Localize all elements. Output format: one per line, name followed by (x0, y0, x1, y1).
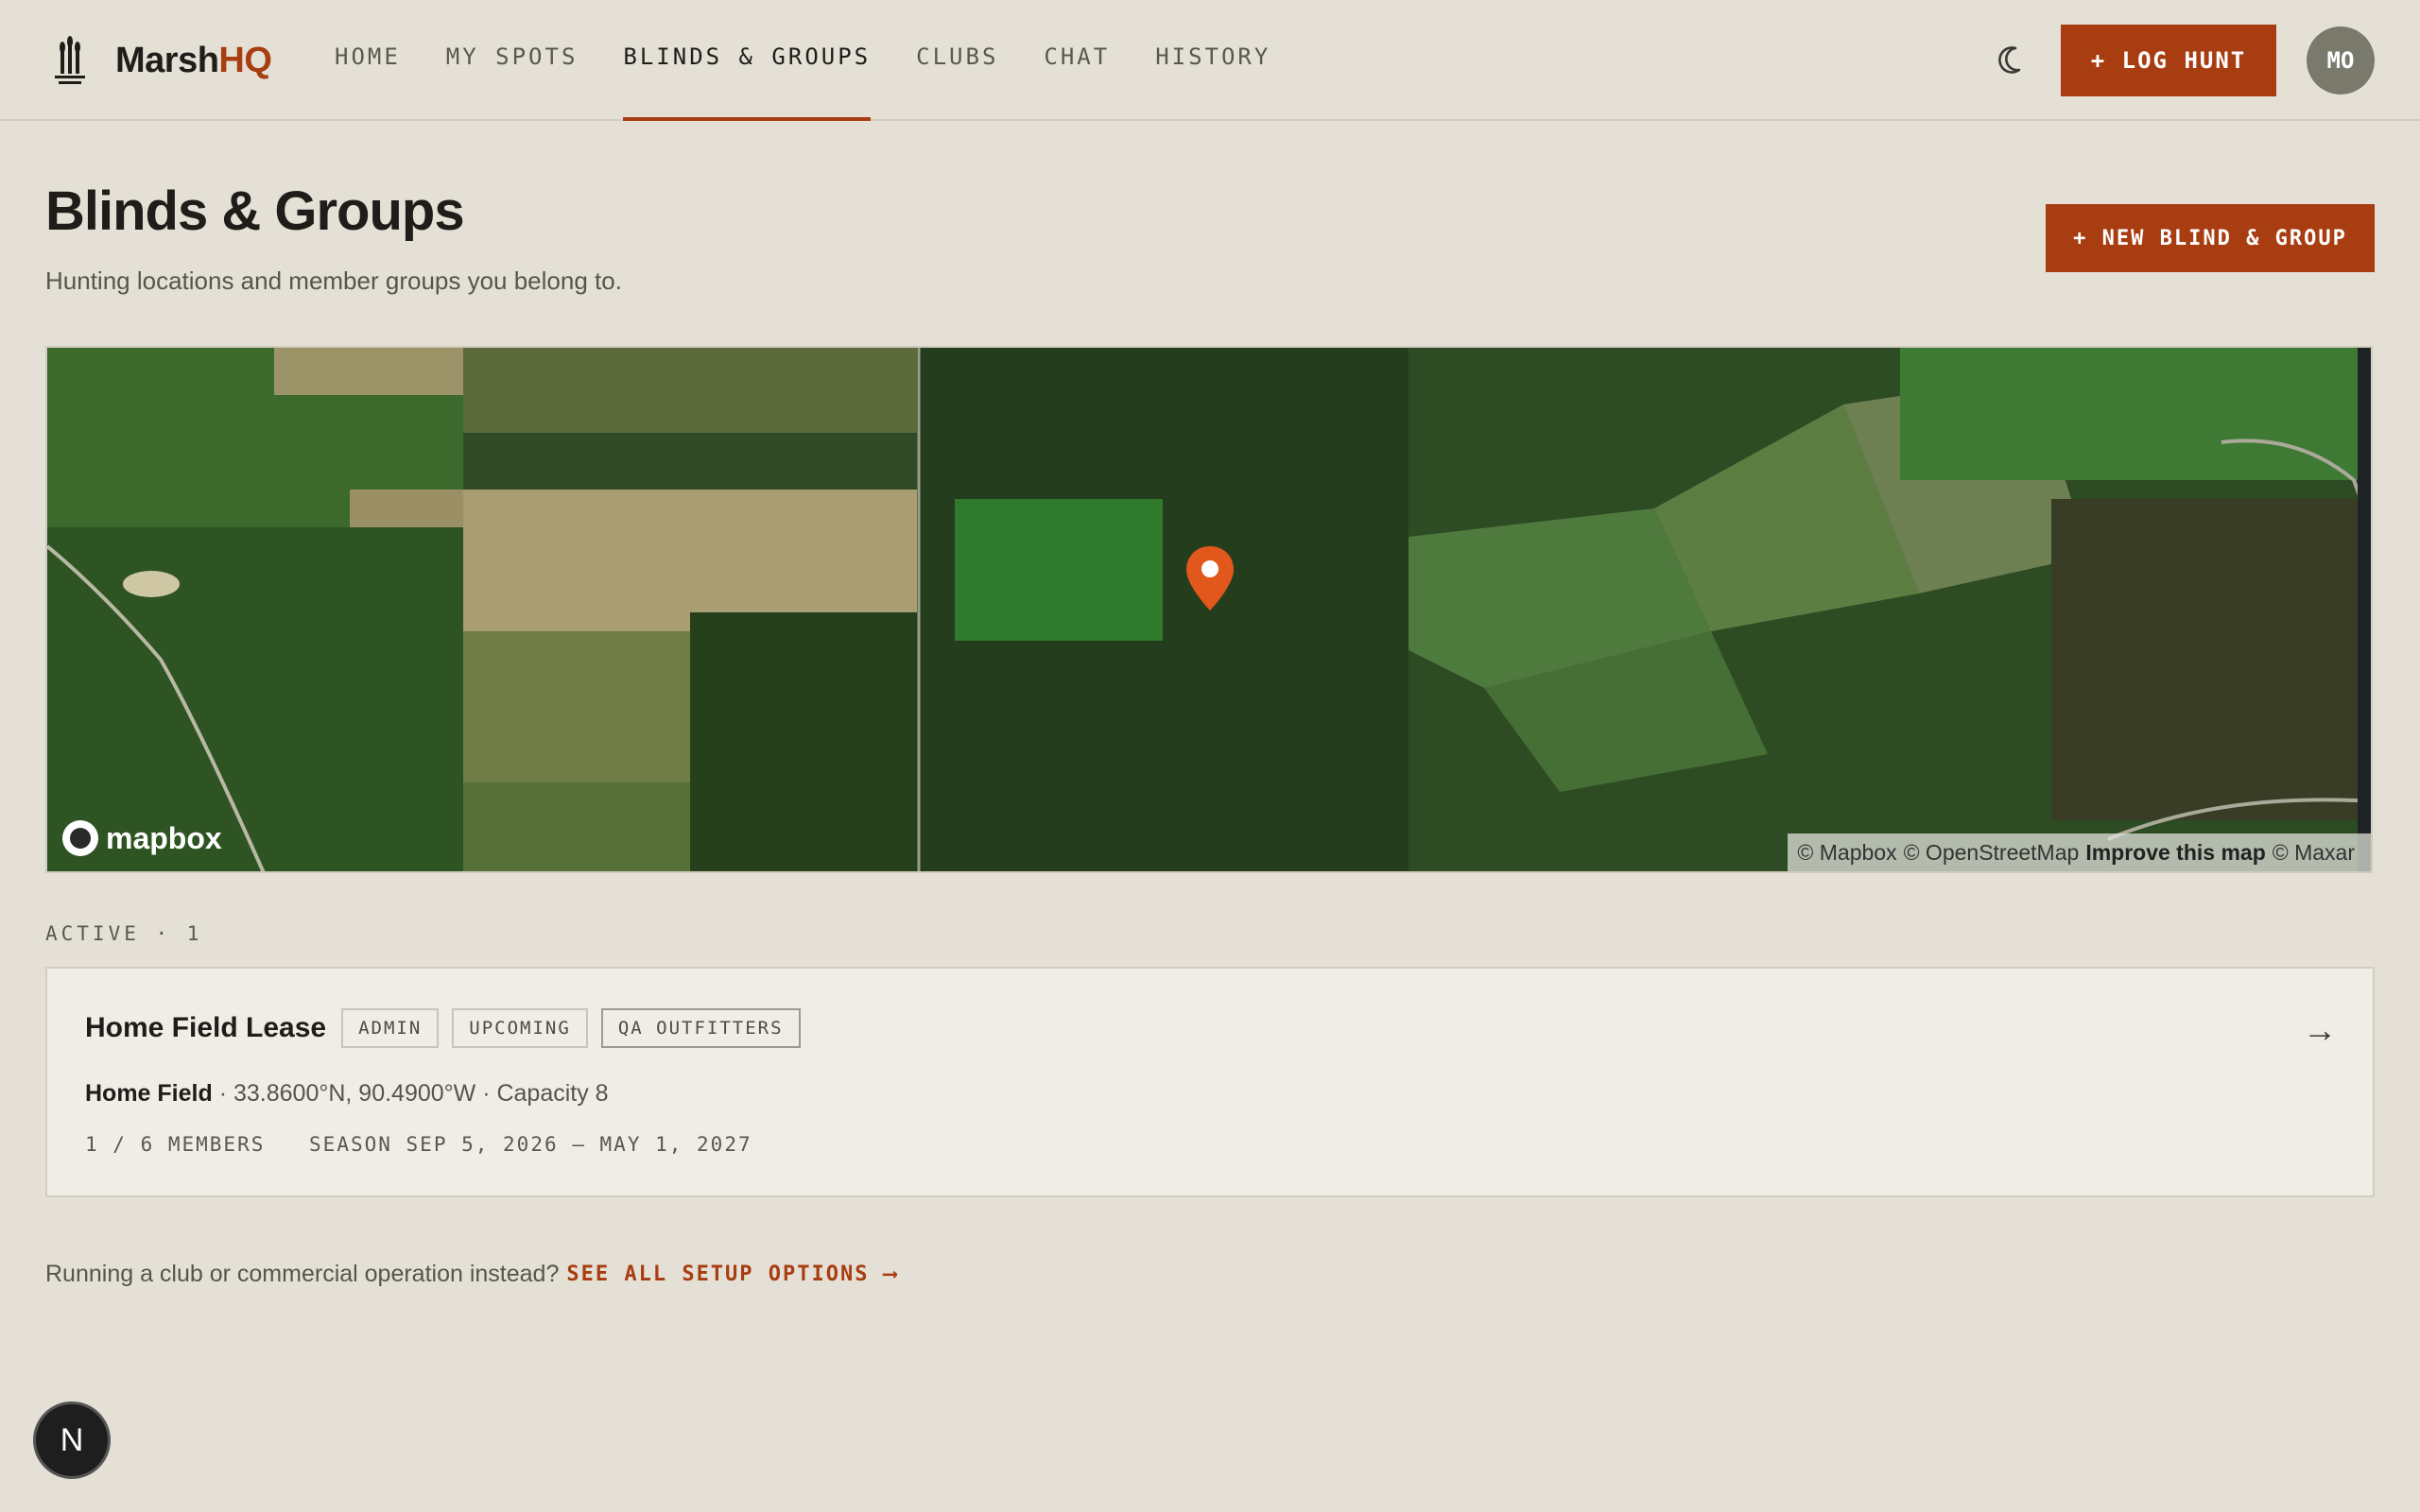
season-dates: SEASON SEP 5, 2026 – MAY 1, 2027 (309, 1133, 752, 1156)
nav-links: HOME MY SPOTS BLINDS & GROUPS CLUBS CHAT… (335, 0, 1316, 121)
brand-name: MarshHQ (115, 40, 272, 80)
see-all-setup-options-link[interactable]: SEE ALL SETUP OPTIONS ⟶ (566, 1263, 898, 1286)
setup-note-text: Running a club or commercial operation i… (45, 1261, 560, 1287)
active-section-label: ACTIVE · 1 (45, 922, 203, 945)
attrib-maxar[interactable]: © Maxar (2273, 840, 2355, 866)
moon-icon[interactable] (1995, 42, 2032, 79)
nav-my-spots[interactable]: MY SPOTS (446, 0, 579, 121)
top-nav: MarshHQ HOME MY SPOTS BLINDS & GROUPS CL… (0, 0, 2420, 121)
card-meta: 1 / 6 MEMBERS SEASON SEP 5, 2026 – MAY 1… (85, 1133, 783, 1156)
member-count: 1 / 6 MEMBERS (85, 1133, 266, 1156)
status-badge: UPCOMING (452, 1008, 588, 1048)
dev-tools-button[interactable]: N (36, 1404, 108, 1476)
nav-clubs[interactable]: CLUBS (916, 0, 998, 121)
card-title-row: Home Field Lease ADMIN UPCOMING QA OUTFI… (85, 1008, 814, 1048)
card-title: Home Field Lease (85, 1012, 327, 1043)
new-blind-group-button[interactable]: + NEW BLIND & GROUP (2046, 204, 2375, 272)
card-location: Home Field · 33.8600°N, 90.4900°W · Capa… (85, 1080, 609, 1108)
map-pin-icon[interactable] (1184, 544, 1236, 612)
nav-home[interactable]: HOME (335, 0, 401, 121)
attrib-osm[interactable]: © OpenStreetMap (1904, 840, 2080, 866)
mapbox-logo-text: mapbox (106, 820, 222, 855)
map-attribution: © Mapbox © OpenStreetMap Improve this ma… (1788, 833, 2371, 871)
page-title: Blinds & Groups (45, 180, 465, 242)
log-hunt-button[interactable]: + LOG HUNT (2061, 25, 2276, 96)
blind-card[interactable]: Home Field Lease ADMIN UPCOMING QA OUTFI… (45, 967, 2375, 1197)
role-badge: ADMIN (341, 1008, 440, 1048)
map-view[interactable]: mapbox © Mapbox © OpenStreetMap Improve … (45, 346, 2373, 873)
mapbox-logo-icon (62, 820, 98, 856)
page-subtitle: Hunting locations and member groups you … (45, 266, 622, 295)
nav-chat[interactable]: CHAT (1044, 0, 1110, 121)
avatar[interactable]: MO (2307, 26, 2375, 94)
location-detail: · 33.8600°N, 90.4900°W · Capacity 8 (218, 1080, 609, 1107)
mapbox-logo[interactable]: mapbox (62, 820, 222, 856)
brand-logo[interactable]: MarshHQ (53, 36, 272, 85)
arrow-right-icon[interactable]: → (2303, 1010, 2337, 1050)
attrib-mapbox[interactable]: © Mapbox (1797, 840, 1896, 866)
club-badge: QA OUTFITTERS (600, 1008, 801, 1048)
improve-map-link[interactable]: Improve this map (2085, 840, 2265, 866)
setup-options-note: Running a club or commercial operation i… (45, 1261, 898, 1288)
location-name: Home Field (85, 1080, 213, 1107)
nav-blinds-groups[interactable]: BLINDS & GROUPS (623, 0, 872, 121)
marsh-reeds-icon (55, 36, 85, 84)
nav-history[interactable]: HISTORY (1155, 0, 1270, 121)
